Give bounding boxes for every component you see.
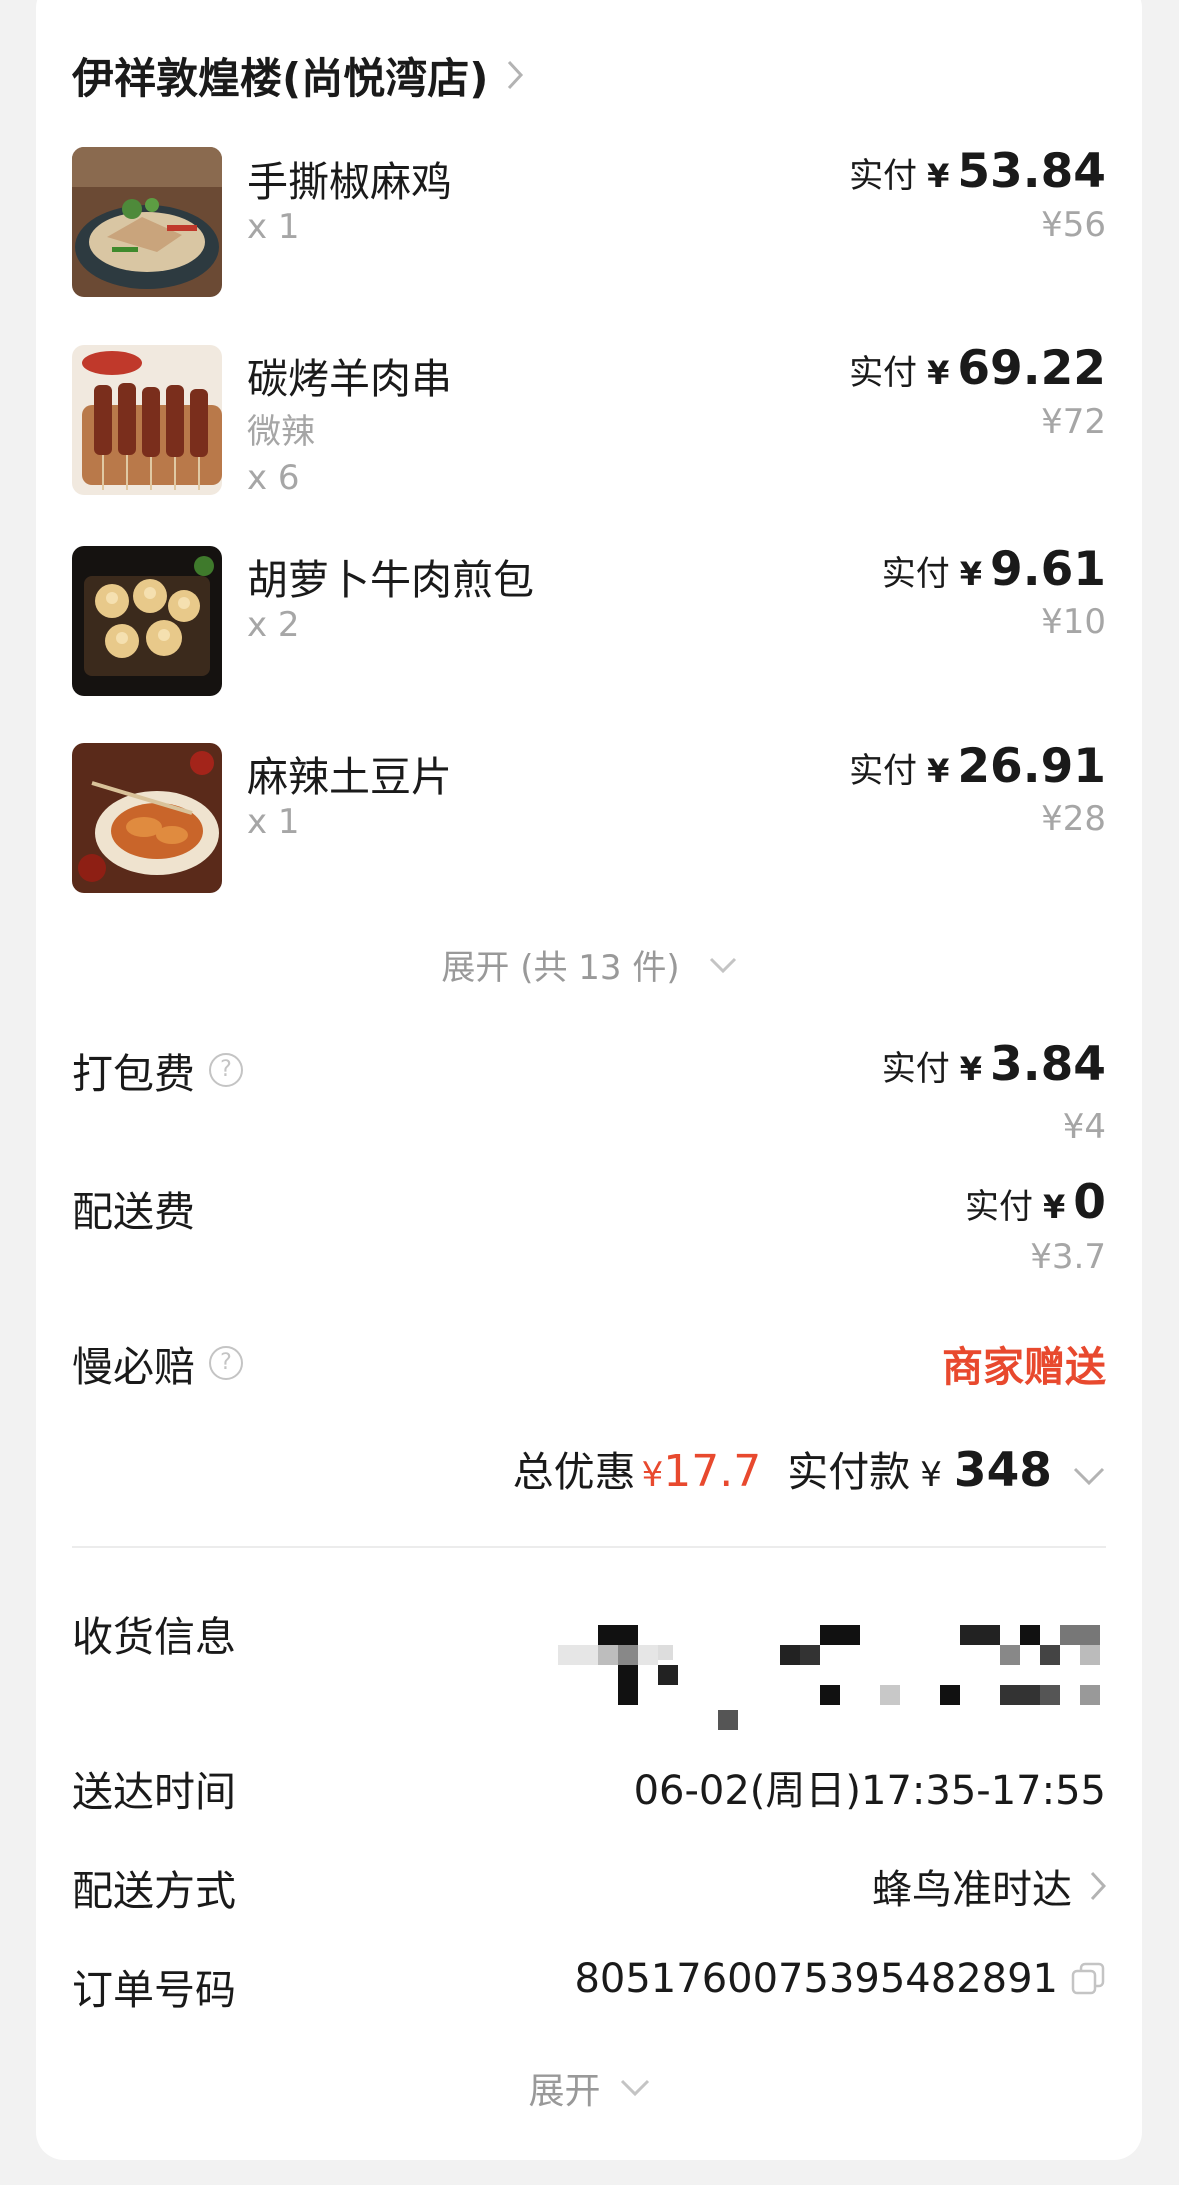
pay-label: 实付 bbox=[965, 1187, 1034, 1227]
item-pay: 实付 ¥ 9.61 bbox=[882, 542, 1106, 597]
pay-amount: 69.22 bbox=[957, 341, 1106, 396]
pay-label: 实付 bbox=[881, 1049, 950, 1089]
delivery-time-value: 06-02(周日)17:35-17:55 bbox=[633, 1768, 1106, 1814]
expand-more-label: 展开 bbox=[528, 2071, 601, 2112]
pay-amount: 3.84 bbox=[990, 1037, 1106, 1092]
chevron-down-icon bbox=[709, 957, 736, 973]
original-price: ¥3.7 bbox=[1030, 1237, 1106, 1277]
chevron-right-icon bbox=[508, 60, 524, 90]
late-guarantee-label: 慢必赔 ? bbox=[72, 1333, 243, 1393]
yen-sign: ¥ bbox=[920, 1455, 942, 1495]
original-price: ¥10 bbox=[1041, 602, 1106, 642]
yen-sign: ¥ bbox=[959, 555, 983, 593]
pay-amount: 53.84 bbox=[957, 144, 1106, 199]
total-discount-label: 总优惠 bbox=[512, 1448, 636, 1496]
item-name: 麻辣土豆片 bbox=[247, 753, 452, 801]
question-circle-icon[interactable]: ? bbox=[209, 1346, 243, 1380]
pay-amount: 9.61 bbox=[990, 542, 1106, 597]
pay-label: 实付 bbox=[881, 554, 950, 594]
copy-icon[interactable] bbox=[1070, 1961, 1106, 1997]
late-guarantee-text: 慢必赔 bbox=[72, 1343, 195, 1391]
pay-amount: 0 bbox=[1073, 1175, 1106, 1230]
delivery-fee-text: 配送费 bbox=[72, 1188, 195, 1236]
order-number-value: 8051760075395482891 bbox=[574, 1956, 1058, 2002]
item-quantity: x 1 bbox=[247, 802, 300, 842]
address-label: 收货信息 bbox=[72, 1613, 236, 1661]
item-quantity: x 2 bbox=[247, 605, 300, 645]
delivery-fee-label: 配送费 bbox=[72, 1178, 195, 1238]
question-circle-icon[interactable]: ? bbox=[209, 1053, 243, 1087]
yen-sign: ¥ bbox=[927, 354, 950, 392]
yen-sign: ¥ bbox=[927, 157, 950, 195]
item-quantity: x 1 bbox=[247, 207, 300, 247]
expand-more-button[interactable]: 展开 bbox=[0, 2062, 1179, 2114]
packing-fee-text: 打包费 bbox=[72, 1050, 195, 1098]
total-discount-amount: 17.7 bbox=[663, 1446, 762, 1497]
item-image[interactable] bbox=[72, 147, 222, 297]
chevron-down-icon bbox=[620, 2079, 649, 2097]
original-price: ¥28 bbox=[1041, 799, 1106, 839]
chevron-right-icon bbox=[1090, 1871, 1106, 1901]
pay-label: 实付 bbox=[849, 751, 918, 791]
item-image[interactable] bbox=[72, 743, 222, 893]
yen-sign: ¥ bbox=[927, 752, 950, 790]
delivery-time-label: 送达时间 bbox=[72, 1768, 236, 1816]
yen-sign: ¥ bbox=[1043, 1188, 1066, 1226]
total-paid-label: 实付款 bbox=[787, 1448, 911, 1496]
total-paid-amount: 348 bbox=[953, 1443, 1052, 1498]
pay-label: 实付 bbox=[849, 156, 918, 196]
order-number-row: 8051760075395482891 bbox=[574, 1956, 1106, 2002]
expand-items-button[interactable]: 展开 (共 13 件) bbox=[0, 940, 1179, 989]
redacted-address bbox=[558, 1620, 1158, 1730]
item-name: 手撕椒麻鸡 bbox=[247, 158, 452, 206]
original-price: ¥4 bbox=[1062, 1107, 1106, 1147]
item-image[interactable] bbox=[72, 345, 222, 495]
divider bbox=[72, 1546, 1106, 1548]
delivery-method-link[interactable]: 蜂鸟准时达 bbox=[872, 1857, 1106, 1915]
item-spec: 微辣 bbox=[247, 412, 315, 452]
chevron-down-icon bbox=[1073, 1467, 1105, 1486]
order-number-label: 订单号码 bbox=[72, 1966, 236, 2014]
delivery-method-value: 蜂鸟准时达 bbox=[872, 1867, 1072, 1913]
original-price: ¥56 bbox=[1041, 205, 1106, 245]
delivery-fee-pay: 实付 ¥ 0 bbox=[965, 1175, 1106, 1230]
shop-name: 伊祥敦煌楼(尚悦湾店) bbox=[72, 53, 489, 103]
item-name: 碳烤羊肉串 bbox=[247, 355, 452, 403]
pay-label: 实付 bbox=[849, 353, 918, 393]
yen-sign: ¥ bbox=[641, 1455, 664, 1495]
yen-sign: ¥ bbox=[959, 1050, 983, 1088]
item-name: 胡萝卜牛肉煎包 bbox=[247, 556, 534, 604]
expand-items-label: 展开 (共 13 件) bbox=[441, 948, 680, 988]
original-price: ¥72 bbox=[1041, 402, 1106, 442]
packing-fee-pay: 实付 ¥ 3.84 bbox=[882, 1037, 1106, 1092]
item-pay: 实付 ¥ 53.84 bbox=[849, 144, 1106, 199]
item-quantity: x 6 bbox=[247, 458, 300, 498]
item-pay: 实付 ¥ 69.22 bbox=[849, 341, 1106, 396]
order-total-row[interactable]: 总优惠 ¥ 17.7 实付款 ¥ 348 bbox=[513, 1438, 1106, 1498]
shop-link[interactable]: 伊祥敦煌楼(尚悦湾店) bbox=[72, 45, 524, 105]
merchant-gift-label: 商家赠送 bbox=[942, 1343, 1106, 1391]
item-image[interactable] bbox=[72, 546, 222, 696]
pay-amount: 26.91 bbox=[957, 739, 1106, 794]
packing-fee-label: 打包费 ? bbox=[72, 1040, 243, 1100]
item-pay: 实付 ¥ 26.91 bbox=[849, 739, 1106, 794]
delivery-method-label: 配送方式 bbox=[72, 1867, 236, 1915]
